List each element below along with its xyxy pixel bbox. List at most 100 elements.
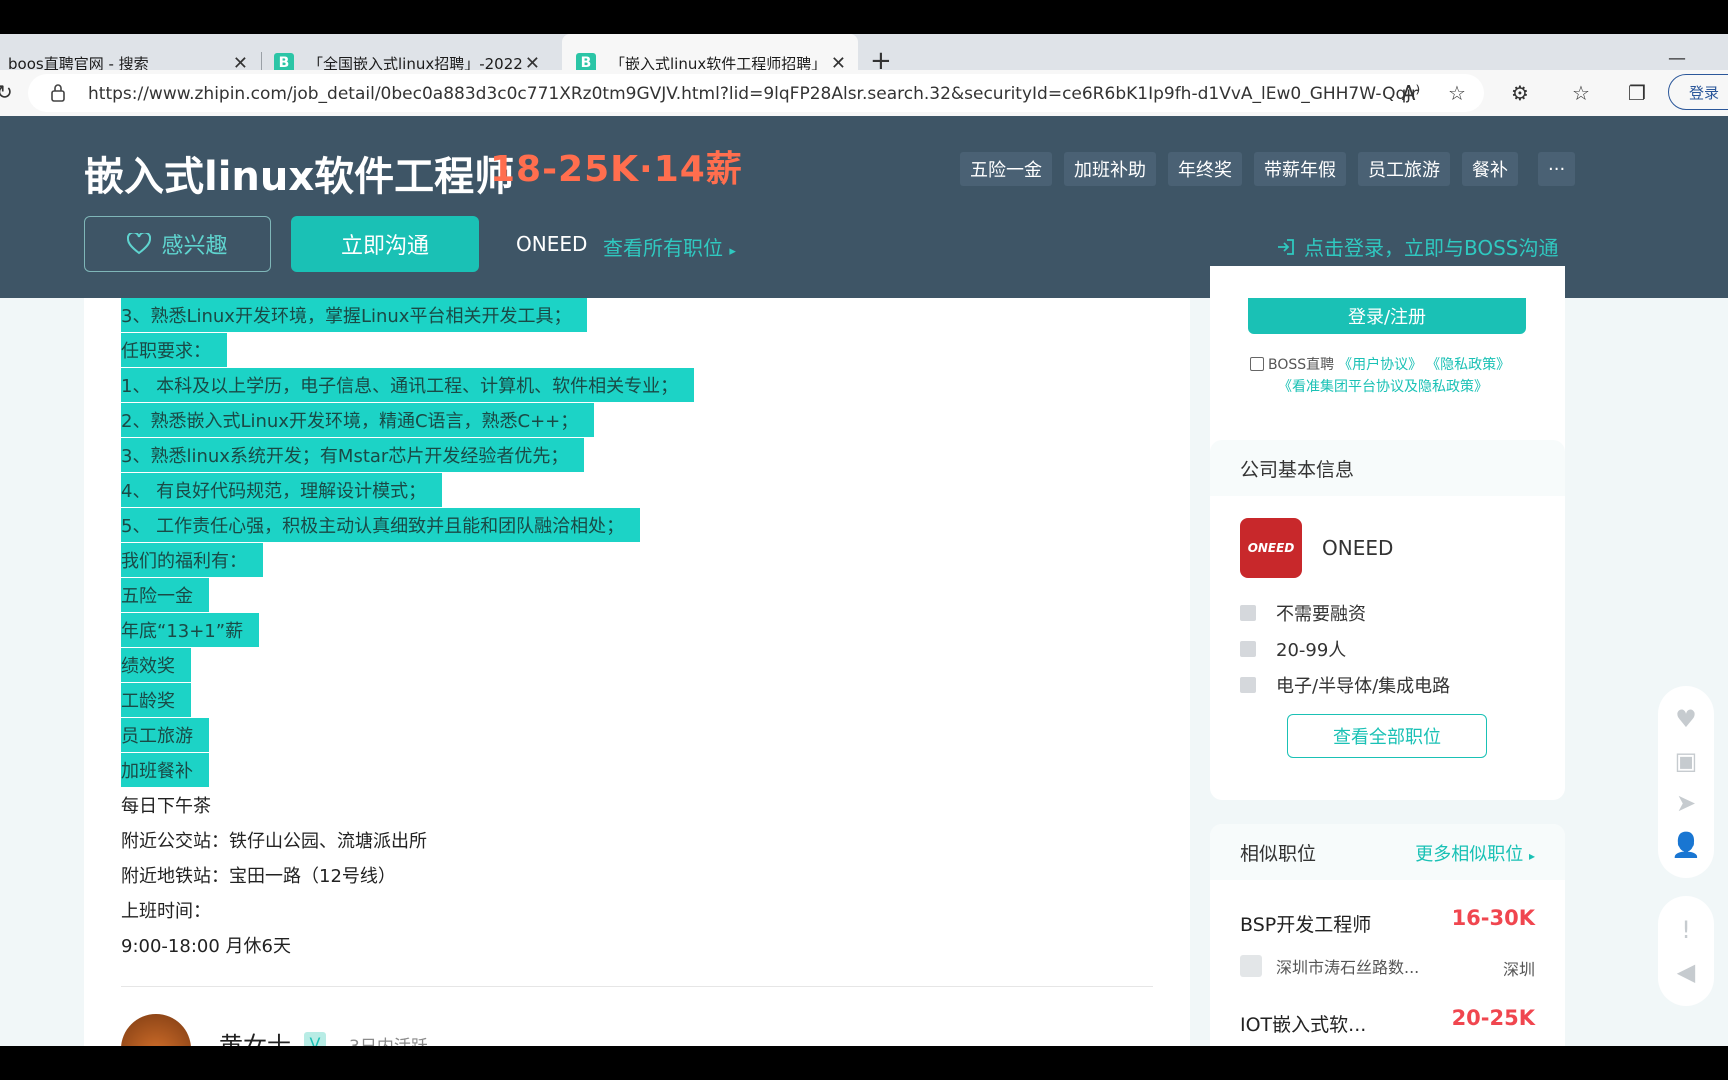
view-all-jobs-label: 查看所有职位 (603, 236, 723, 260)
benefit-tag: 带薪年假 (1254, 152, 1346, 186)
similar-job-salary: 20-25K (1451, 1006, 1535, 1030)
company-info-card: 公司基本信息 ONEED ONEED 不需要融资 20-99人 电子/半导体/集… (1210, 440, 1565, 800)
divider (121, 986, 1153, 987)
verified-icon: V (304, 1032, 326, 1046)
company-industry: 电子/半导体/集成电路 (1240, 672, 1450, 698)
company-card-title: 公司基本信息 (1210, 440, 1565, 496)
company-name[interactable]: ONEED (1322, 536, 1393, 560)
more-tags-button[interactable]: ··· (1538, 152, 1576, 186)
report-icon[interactable]: ! (1671, 915, 1701, 945)
similar-job-company-name: 深圳市涛石丝路数... (1276, 958, 1420, 977)
url-text[interactable]: https://www.zhipin.com/job_detail/0bec0a… (88, 84, 1418, 104)
benefit-tags: 五险一金 加班补助 年终奖 带薪年假 员工旅游 餐补 ··· (960, 152, 1576, 186)
recruiter-name: 黄女士 (219, 1032, 291, 1046)
similar-job-city: 深圳 (1502, 960, 1535, 979)
benefit-tag: 五险一金 (960, 152, 1052, 186)
description-line: 上班时间： (121, 901, 211, 922)
description-line: 年底“13+1”薪 (121, 613, 260, 647)
login-to-chat-link[interactable]: 点击登录，立即与BOSS沟通 (1276, 232, 1559, 261)
login-hint-label: 点击登录，立即与BOSS沟通 (1304, 236, 1559, 260)
caret-right-icon: ▸ (1528, 849, 1535, 863)
user-agreement-link[interactable]: 《用户协议》 (1338, 354, 1422, 374)
description-line: 5、 工作责任心强，积极主动认真细致并且能和团队融洽相处； (121, 508, 641, 542)
description-line: 我们的福利有： (121, 543, 263, 577)
description-line: 3、熟悉Linux开发环境，掌握Linux平台相关开发工具； (121, 298, 588, 332)
heart-icon (127, 233, 152, 255)
interest-button[interactable]: 感兴趣 (84, 216, 271, 272)
description-line: 绩效奖 (121, 648, 191, 682)
address-bar[interactable]: https://www.zhipin.com/job_detail/0bec0a… (28, 74, 1484, 112)
similar-job-title[interactable]: IOT嵌入式软... (1240, 1010, 1366, 1037)
similar-job-title[interactable]: BSP开发工程师 (1240, 910, 1371, 937)
industry-icon (1240, 677, 1256, 693)
description-line: 3、熟悉linux系统开发；有Mstar芯片开发经验者优先； (121, 438, 585, 472)
benefit-tag: 员工旅游 (1358, 152, 1450, 186)
send-icon[interactable]: ➤ (1671, 788, 1701, 818)
company-name[interactable]: ONEED (516, 232, 587, 256)
job-salary: 18-25K·14薪 (490, 149, 743, 190)
more-similar-jobs-link[interactable]: 更多相似职位 ▸ (1415, 840, 1535, 866)
group-policy-link[interactable]: 《看准集团平台协议及隐私政策》 (1278, 376, 1488, 396)
user-icon[interactable]: 👤 (1671, 830, 1701, 860)
similar-jobs-card: 相似职位 更多相似职位 ▸ BSP开发工程师 16-30K 深圳市涛石丝路数..… (1210, 824, 1565, 1046)
agree-checkbox[interactable] (1250, 357, 1264, 371)
description-line: 9:00-18:00 月休6天 (121, 936, 291, 957)
agree-prefix: BOSS直聘 (1268, 357, 1335, 373)
caret-right-icon: ▸ (729, 244, 736, 259)
browser-toolbar: ↻ https://www.zhipin.com/job_detail/0bec… (0, 70, 1728, 116)
floating-toolbar-secondary: ! ◀ (1658, 896, 1714, 1006)
collections-icon[interactable]: ❐ (1624, 80, 1650, 106)
industry-text: 电子/半导体/集成电路 (1276, 676, 1451, 697)
description-line: 每日下午茶 (121, 796, 211, 817)
login-icon (1278, 238, 1294, 255)
size-text: 20-99人 (1276, 640, 1347, 661)
privacy-policy-link[interactable]: 《隐私政策》 (1426, 354, 1510, 374)
interest-label: 感兴趣 (161, 234, 228, 259)
read-aloud-icon[interactable]: A⁾ (1398, 80, 1424, 106)
size-icon (1240, 641, 1256, 657)
similar-job-salary: 16-30K (1451, 906, 1535, 930)
description-line: 工龄奖 (121, 683, 191, 717)
recruiter-active-status: 3日内活跃 (349, 1032, 428, 1046)
chat-now-button[interactable]: 立即沟通 (291, 216, 479, 272)
description-line: 五险一金 (121, 578, 209, 612)
description-line: 加班餐补 (121, 753, 209, 787)
login-register-button[interactable]: 登录/注册 (1248, 298, 1526, 334)
browser-signin-button[interactable]: 登录 (1668, 74, 1728, 110)
favorites-icon[interactable]: ☆ (1568, 80, 1594, 106)
minimize-icon[interactable]: — (1668, 48, 1686, 69)
screen: boos直聘官网 - 搜索 ✕ B 「全国嵌入式linux招聘」-2022年 ✕… (0, 0, 1728, 1080)
more-similar-label: 更多相似职位 (1415, 844, 1524, 865)
recruiter-avatar[interactable] (121, 1014, 191, 1046)
company-size: 20-99人 (1240, 636, 1346, 662)
job-title: 嵌入式linux软件工程师 (84, 154, 515, 200)
benefit-tag: 年终奖 (1168, 152, 1242, 186)
job-description-card: 3、熟悉Linux开发环境，掌握Linux平台相关开发工具； 任职要求： 1、 本科… (84, 298, 1190, 1046)
agreement-line: BOSS直聘 《用户协议》 《隐私政策》 (1250, 354, 1510, 374)
view-all-jobs-link[interactable]: 查看所有职位 ▸ (603, 232, 736, 261)
similar-job-company: 深圳市涛石丝路数... (1240, 954, 1419, 978)
company-funding: 不需要融资 (1240, 600, 1366, 626)
collapse-icon[interactable]: ◀ (1671, 957, 1701, 987)
description-line: 1、 本科及以上学历，电子信息、通讯工程、计算机、软件相关专业； (121, 368, 695, 402)
description-line: 附近公交站：铁仔山公园、流塘派出所 (121, 831, 427, 852)
page: 3、熟悉Linux开发环境，掌握Linux平台相关开发工具； 任职要求： 1、 本科… (0, 116, 1728, 1046)
company-logo[interactable]: ONEED (1240, 518, 1302, 578)
funding-icon (1240, 605, 1256, 621)
funding-text: 不需要融资 (1276, 604, 1366, 625)
view-all-company-jobs-button[interactable]: 查看全部职位 (1287, 714, 1487, 758)
company-icon (1240, 955, 1262, 977)
description-line: 任职要求： (121, 333, 227, 367)
description-line: 2、熟悉嵌入式Linux开发环境，精通C语言，熟悉C++； (121, 403, 595, 437)
benefit-tag: 餐补 (1462, 152, 1518, 186)
favorite-heart-icon[interactable]: ♥ (1671, 704, 1701, 734)
chat-icon[interactable]: ▣ (1671, 746, 1701, 776)
description-line: 员工旅游 (121, 718, 209, 752)
add-favorite-icon[interactable]: ☆ (1444, 80, 1470, 106)
refresh-icon[interactable]: ↻ (0, 80, 13, 104)
lock-icon (51, 84, 65, 102)
extensions-icon[interactable]: ⚙ (1507, 80, 1533, 106)
description-line: 4、 有良好代码规范，理解设计模式； (121, 473, 443, 507)
description-line: 附近地铁站：宝田一路（12号线） (121, 866, 396, 887)
floating-toolbar: ♥ ▣ ➤ 👤 (1658, 686, 1714, 878)
